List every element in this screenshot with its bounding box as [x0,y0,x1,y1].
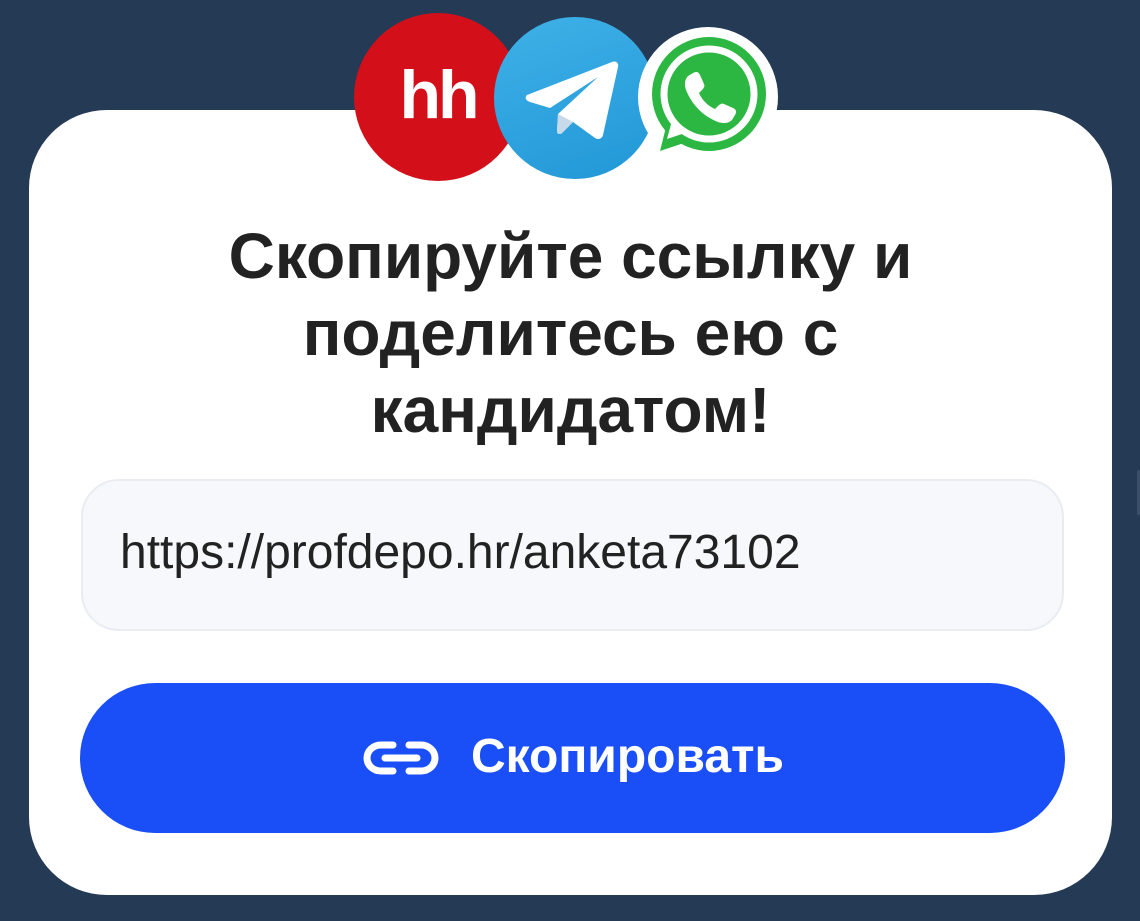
title-line-1: Скопируйте ссылку и [228,220,913,292]
share-link-field[interactable]: https://profdepo.hr/anketa73102 [81,479,1064,631]
copy-link-button[interactable]: Скопировать [80,683,1065,833]
title-line-2: поделитесь ею с [302,297,839,369]
title-line-3: кандидатом! [370,374,771,446]
copy-button-label: Скопировать [470,730,785,783]
link-icon [361,738,441,778]
page-title: Скопируйте ссылку и поделитесь ею с канд… [29,218,1112,449]
